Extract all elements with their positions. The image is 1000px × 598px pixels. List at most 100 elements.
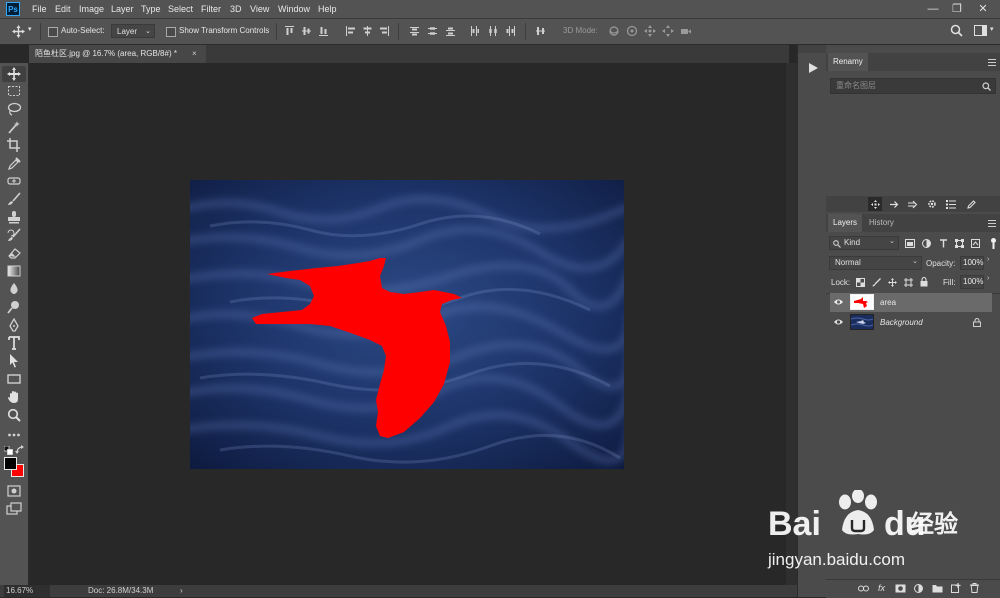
- more-tools-icon[interactable]: [6, 428, 22, 442]
- document-canvas-image[interactable]: [190, 180, 624, 469]
- move-tool-icon[interactable]: [12, 25, 25, 38]
- distribute-right-icon[interactable]: [506, 26, 515, 36]
- layer-row-background[interactable]: Background: [830, 313, 992, 332]
- lock-transparent-pixels-icon[interactable]: [856, 278, 865, 287]
- 3d-slide-icon[interactable]: [662, 25, 674, 37]
- blend-mode-dropdown[interactable]: Normal ⌄: [829, 256, 922, 270]
- magic-wand-tool-icon[interactable]: [6, 120, 22, 134]
- menu-layer[interactable]: Layer: [111, 0, 134, 18]
- play-plugin-icon[interactable]: [808, 63, 818, 73]
- delete-layer-trash-icon[interactable]: [970, 583, 979, 593]
- renamy-edit-icon[interactable]: [967, 200, 976, 209]
- clone-stamp-tool-icon[interactable]: [6, 210, 22, 224]
- rename-search-icon[interactable]: [982, 82, 991, 91]
- auto-select-checkbox[interactable]: [48, 27, 58, 37]
- new-group-folder-icon[interactable]: [932, 584, 943, 593]
- align-horizontal-center-icon[interactable]: [363, 26, 372, 36]
- lock-all-icon[interactable]: [920, 277, 928, 287]
- type-tool-icon[interactable]: [6, 336, 22, 350]
- distribute-top-icon[interactable]: [410, 26, 419, 36]
- 3d-camera-icon[interactable]: [680, 25, 692, 37]
- menu-edit[interactable]: Edit: [55, 0, 71, 18]
- move-tool-icon[interactable]: [6, 67, 22, 81]
- filter-shape-icon[interactable]: [955, 239, 964, 248]
- renamy-list-icon[interactable]: [946, 200, 956, 209]
- fill-input[interactable]: 100%: [960, 275, 984, 289]
- align-vertical-center-icon[interactable]: [302, 26, 311, 36]
- tool-preset-chevron-icon[interactable]: ▾: [28, 25, 32, 33]
- new-layer-icon[interactable]: [951, 583, 961, 593]
- menu-type[interactable]: Type: [141, 0, 161, 18]
- distribute-bottom-icon[interactable]: [446, 26, 455, 36]
- filter-smart-object-icon[interactable]: [971, 239, 980, 248]
- add-mask-icon[interactable]: [895, 584, 906, 593]
- layer-style-fx-icon[interactable]: fx: [878, 583, 885, 593]
- lock-artboard-icon[interactable]: [904, 278, 913, 287]
- document-tab-close-icon[interactable]: ×: [192, 45, 197, 63]
- menu-help[interactable]: Help: [318, 0, 337, 18]
- lock-position-icon[interactable]: [888, 278, 897, 287]
- filter-pixel-icon[interactable]: [905, 239, 915, 248]
- tab-layers[interactable]: Layers: [828, 214, 863, 232]
- filter-adjustment-icon[interactable]: [922, 239, 931, 248]
- layer-name-background[interactable]: Background: [880, 313, 923, 332]
- fill-slider-chevron-icon[interactable]: ›: [987, 275, 989, 282]
- 3d-pan-icon[interactable]: [644, 25, 656, 37]
- lasso-tool-icon[interactable]: [6, 102, 22, 116]
- tab-history[interactable]: History: [864, 214, 899, 232]
- opacity-slider-chevron-icon[interactable]: ›: [987, 256, 989, 263]
- renamy-arrow-right-icon[interactable]: [890, 200, 899, 209]
- 3d-roll-icon[interactable]: [626, 25, 638, 37]
- menu-select[interactable]: Select: [168, 0, 193, 18]
- layer-filter-dropdown[interactable]: Kind ⌄: [829, 236, 899, 250]
- zoom-level[interactable]: 16.67%: [4, 585, 50, 597]
- history-brush-tool-icon[interactable]: [6, 228, 22, 242]
- rectangle-tool-icon[interactable]: [6, 372, 22, 386]
- crop-tool-icon[interactable]: [6, 138, 22, 152]
- menu-file[interactable]: File: [32, 0, 47, 18]
- visibility-eye-icon[interactable]: [834, 298, 843, 306]
- search-icon[interactable]: [950, 24, 963, 37]
- pen-tool-icon[interactable]: [6, 318, 22, 332]
- new-adjustment-layer-icon[interactable]: [914, 584, 923, 593]
- document-tab[interactable]: 陌鱼杜区.jpg @ 16.7% (area, RGB/8#) * ×: [29, 45, 206, 63]
- zoom-tool-icon[interactable]: [6, 408, 22, 422]
- menu-window[interactable]: Window: [278, 0, 310, 18]
- foreground-color-swatch[interactable]: [4, 457, 17, 470]
- workspace-chevron-icon[interactable]: ▾: [990, 25, 994, 33]
- swap-colors-icon[interactable]: [15, 445, 25, 455]
- distribute-left-icon[interactable]: [470, 26, 479, 36]
- renamy-move-icon[interactable]: [871, 200, 880, 209]
- menu-view[interactable]: View: [250, 0, 269, 18]
- dodge-tool-icon[interactable]: [6, 300, 22, 314]
- renamy-settings-icon[interactable]: [927, 199, 937, 209]
- rename-layer-input[interactable]: 重命名图层: [830, 78, 996, 94]
- tab-renamy[interactable]: Renamy: [828, 53, 868, 71]
- restore-button[interactable]: ❐: [946, 0, 968, 18]
- gradient-tool-icon[interactable]: [6, 264, 22, 278]
- minimize-button[interactable]: —: [922, 0, 944, 18]
- default-colors-icon[interactable]: [4, 446, 13, 455]
- opacity-input[interactable]: 100%: [960, 256, 984, 270]
- layers-panel-menu-icon[interactable]: [988, 220, 996, 227]
- 3d-orbit-icon[interactable]: [608, 25, 620, 37]
- eraser-tool-icon[interactable]: [6, 246, 22, 260]
- align-bottom-icon[interactable]: [319, 26, 328, 36]
- show-transform-checkbox[interactable]: [166, 27, 176, 37]
- brush-tool-icon[interactable]: [6, 192, 22, 206]
- distribute-vertical-center-icon[interactable]: [428, 26, 437, 36]
- panel-menu-icon[interactable]: [988, 59, 996, 66]
- eyedropper-tool-icon[interactable]: [6, 156, 22, 170]
- auto-align-layers-icon[interactable]: [536, 26, 545, 36]
- menu-3d[interactable]: 3D: [230, 0, 242, 18]
- hand-tool-icon[interactable]: [6, 390, 22, 404]
- layer-row-area[interactable]: area: [830, 293, 992, 312]
- screen-mode-icon[interactable]: [6, 502, 22, 516]
- align-left-icon[interactable]: [346, 26, 355, 36]
- link-layers-icon[interactable]: [858, 585, 869, 592]
- workspace-switcher-icon[interactable]: [974, 25, 988, 37]
- spot-healing-brush-icon[interactable]: [6, 174, 22, 188]
- filter-toggle-icon[interactable]: [989, 238, 998, 249]
- filter-type-icon[interactable]: [939, 239, 948, 248]
- distribute-horizontal-center-icon[interactable]: [488, 26, 497, 36]
